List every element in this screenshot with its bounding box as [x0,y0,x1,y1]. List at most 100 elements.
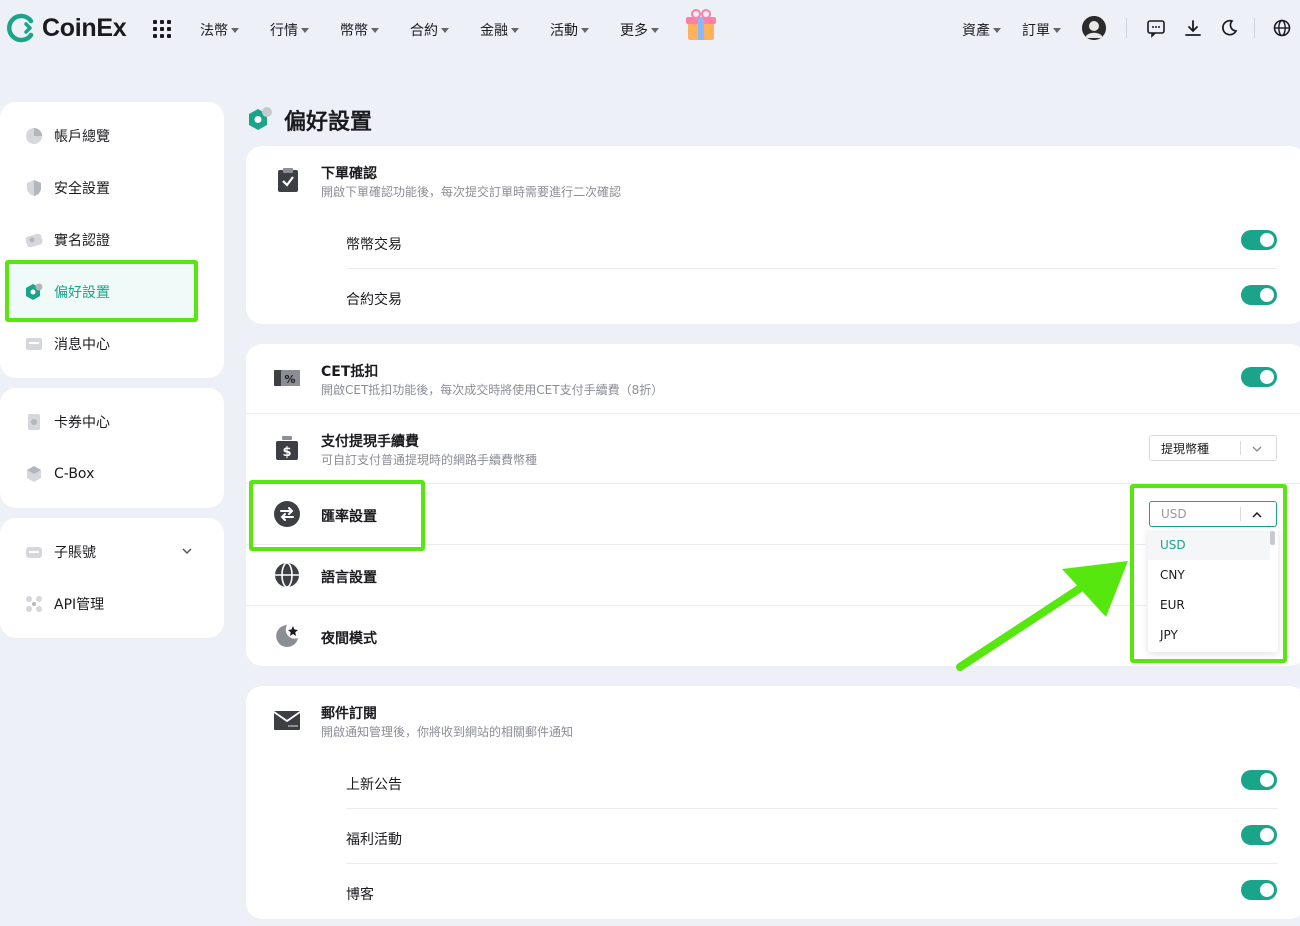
sidebar-item-cbox[interactable]: C-Box [24,462,94,486]
email-sub-title: 郵件訂閱 [321,706,377,722]
nav-spot[interactable]: 幣幣 [340,20,379,40]
caret-down-icon [581,27,589,33]
coupon-icon [28,414,40,430]
caret-down-icon [441,27,449,33]
moon-star-icon [276,625,298,647]
sidebar-item-identity[interactable]: 實名認證 [24,228,110,252]
exchange-icon [274,501,300,527]
futures-trade-label: 合約交易 [346,292,402,308]
nav-finance[interactable]: 金融 [480,20,519,40]
nav-label: 幣幣 [340,23,368,39]
cet-deduction-toggle[interactable] [1241,367,1277,387]
new-listing-label: 上新公告 [346,777,402,793]
nav-label: 活動 [550,23,578,39]
cet-deduction-desc: 開啟CET抵扣功能後，每次成交時將使用CET支付手續費（8折） [321,383,664,397]
chevron-up-icon [1252,511,1262,518]
currency-option-cny[interactable]: CNY [1148,560,1270,590]
sidebar-item-label: 帳戶總覽 [54,129,110,145]
sidebar-item-label: 偏好設置 [54,285,110,301]
sidebar-item-label: C-Box [54,466,95,482]
exchange-rate-select[interactable]: USD [1149,501,1277,527]
message-center-icon [26,338,42,350]
divider [346,808,1278,809]
order-confirm-card [246,146,1300,324]
api-icon [26,596,42,612]
percent-ticket-icon: % [274,370,300,386]
nav-futures[interactable]: 合約 [410,20,449,40]
withdraw-fee-desc: 可自訂支付普通提現時的網路手續費幣種 [321,453,538,467]
sidebar-group-rewards [0,388,224,508]
sidebar-item-label: API管理 [54,597,105,613]
page-title: 偏好設置 [246,104,372,136]
gift-icon[interactable] [684,8,718,42]
futures-trade-toggle[interactable] [1241,285,1277,305]
apps-grid-icon[interactable] [153,20,171,38]
arrow-annotation [956,561,1128,671]
nav-label: 合約 [410,23,438,39]
cet-deduction-title: CET抵扣 [321,364,379,380]
divider [1254,18,1255,38]
order-confirm-title: 下單確認 [321,166,377,182]
nav-label: 法幣 [200,23,228,39]
benefits-toggle[interactable] [1241,825,1277,845]
coinex-logo-icon [7,13,34,43]
spot-trade-label: 幣幣交易 [346,237,402,253]
nav-more[interactable]: 更多 [620,20,659,40]
sidebar-item-messages[interactable]: 消息中心 [24,332,110,356]
withdraw-coin-select[interactable]: 提現幣種 [1149,435,1277,461]
assets-label: 資產 [962,23,990,39]
select-divider [1240,507,1241,521]
new-listing-toggle[interactable] [1241,770,1277,790]
sub-account-icon [26,547,42,558]
sidebar-item-preferences[interactable]: 偏好設置 [24,280,110,304]
divider [246,483,1300,484]
caret-down-icon [231,27,239,33]
currency-option-eur[interactable]: EUR [1148,590,1270,620]
top-navigation: CoinEx 法幣 行情 幣幣 合約 金融 活動 更多 資產 訂單 [0,0,1300,58]
page-title-text: 偏好設置 [284,110,373,135]
user-icon [1082,16,1106,40]
email-subscription-card [246,686,1300,919]
sidebar-item-label: 卡券中心 [54,415,110,431]
sidebar-item-account-overview[interactable]: 帳戶總覽 [24,124,110,148]
id-card-icon [25,233,43,248]
nav-label: 行情 [270,23,298,39]
sidebar-item-security[interactable]: 安全設置 [24,176,110,200]
caret-down-icon [651,27,659,33]
select-value: 提現幣種 [1161,441,1210,456]
caret-down-icon [1053,27,1061,33]
currency-option-jpy[interactable]: JPY [1148,620,1270,650]
avatar[interactable] [1082,16,1106,40]
moon-icon[interactable] [1219,18,1239,38]
mail-icon [273,711,301,730]
orders-menu[interactable]: 訂單 [1022,20,1061,40]
nav-markets[interactable]: 行情 [270,20,309,40]
sidebar-item-api[interactable]: API管理 [24,592,104,616]
globe-icon[interactable] [1272,18,1292,38]
select-value: USD [1161,507,1187,521]
spot-trade-toggle[interactable] [1241,230,1277,250]
currency-option-usd[interactable]: USD [1148,530,1270,560]
divider [246,413,1300,414]
svg-text:%: % [284,373,295,386]
nav-label: 金融 [480,23,508,39]
email-sub-desc: 開啟通知管理後，你將收到網站的相關郵件通知 [321,725,574,739]
nav-fiat[interactable]: 法幣 [200,20,239,40]
nav-activities[interactable]: 活動 [550,20,589,40]
chevron-down-icon [1252,446,1262,452]
preferences-icon [26,283,43,300]
benefits-label: 福利活動 [346,832,402,848]
sidebar-item-coupons[interactable]: 卡券中心 [24,410,110,434]
chevron-down-icon[interactable] [181,545,193,557]
select-divider [1240,441,1241,455]
divider [346,863,1278,864]
clipboard-check-icon [278,168,298,192]
sidebar-item-label: 安全設置 [54,181,110,197]
message-icon[interactable] [1146,18,1166,38]
dropdown-scrollbar[interactable] [1270,531,1275,545]
sidebar-item-subaccount[interactable]: 子賬號 [24,540,96,564]
download-icon[interactable] [1183,18,1203,38]
coinex-logo[interactable]: CoinEx [6,13,127,43]
blog-toggle[interactable] [1241,880,1277,900]
assets-menu[interactable]: 資產 [962,20,1001,40]
